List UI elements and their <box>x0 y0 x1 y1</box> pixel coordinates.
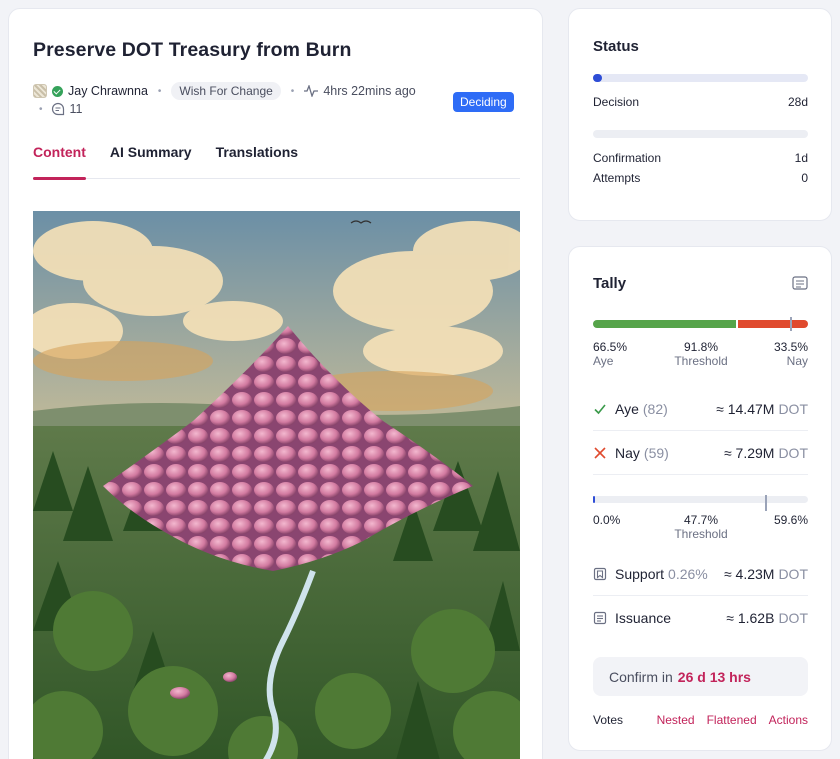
nay-row[interactable]: Nay (59) ≈ 7.29M DOT <box>593 431 808 475</box>
avatar[interactable] <box>33 84 47 98</box>
votes-nested-link[interactable]: Nested <box>657 713 695 727</box>
votes-label: Votes <box>593 713 624 727</box>
nay-unit: DOT <box>778 444 808 461</box>
separator-dot: • <box>39 103 43 115</box>
nay-count: (59) <box>643 444 669 461</box>
decision-progress-bar <box>593 74 808 82</box>
aye-pct-label: Aye <box>593 354 614 368</box>
aye-row[interactable]: Aye (82) ≈ 14.47M DOT <box>593 387 808 431</box>
aye-label: Aye <box>615 400 639 417</box>
activity-icon <box>304 85 319 97</box>
check-icon <box>594 403 606 414</box>
content-tabs: Content AI Summary Translations <box>33 144 520 180</box>
support-threshold-pct: 47.7% <box>683 513 719 527</box>
tally-card: Tally 66.5% Aye 91.8% Threshold 33.5% Na… <box>568 246 832 751</box>
issuance-unit: DOT <box>778 610 808 626</box>
proposal-image <box>33 211 520 759</box>
comment-count[interactable]: 11 <box>70 102 83 116</box>
confirmation-value: 1d <box>794 151 808 165</box>
support-unit: DOT <box>778 565 808 582</box>
approval-labels: 66.5% Aye 91.8% Threshold 33.5% Nay <box>593 340 808 370</box>
support-row: Support 0.26% ≈ 4.23M DOT <box>593 552 808 596</box>
comment-icon[interactable] <box>51 102 65 116</box>
support-label: Support <box>615 565 665 582</box>
approval-threshold-pct: 91.8% <box>683 340 719 354</box>
separator-dot: • <box>290 85 295 97</box>
track-pill[interactable]: Wish For Change <box>171 82 281 100</box>
cross-icon <box>594 446 606 459</box>
approval-threshold-label: Threshold <box>674 354 728 368</box>
support-icon <box>593 567 607 580</box>
decision-value: 28d <box>787 95 808 109</box>
proposal-meta: Jay Chrawnna • Wish For Change • 4hrs 22… <box>33 81 433 117</box>
status-card: Status Decision 28d Confirmation 1d Atte… <box>568 8 832 221</box>
aye-bar-segment <box>593 320 736 328</box>
aye-count: (82) <box>642 400 668 417</box>
mountain-of-coins-illustration <box>33 211 520 759</box>
status-badge: Deciding <box>453 92 514 112</box>
attempts-value: 0 <box>801 171 808 185</box>
confirm-prefix: Confirm in <box>609 668 673 685</box>
votes-flattened-link[interactable]: Flattened <box>707 713 757 727</box>
decision-progress-fill <box>593 74 602 82</box>
decision-label: Decision <box>593 95 640 109</box>
votes-actions-link[interactable]: Actions <box>769 713 808 727</box>
issuance-icon <box>593 611 607 625</box>
separator-dot: • <box>157 85 162 97</box>
tab-content[interactable]: Content <box>33 144 86 180</box>
support-bar-fill <box>593 496 595 503</box>
tally-title: Tally <box>593 275 627 292</box>
issuance-row: Issuance ≈ 1.62B DOT <box>593 596 808 640</box>
verified-icon <box>52 85 63 97</box>
tab-ai-summary[interactable]: AI Summary <box>110 144 192 179</box>
decision-row: Decision 28d <box>593 95 808 109</box>
time-ago: 4hrs 22mins ago <box>323 84 416 98</box>
nay-label: Nay <box>615 444 640 461</box>
issuance-amount: ≈ 1.62B <box>726 610 775 626</box>
status-title: Status <box>593 38 639 55</box>
proposal-title: Preserve DOT Treasury from Burn <box>33 39 352 61</box>
support-pct: 0.26% <box>668 565 708 582</box>
aye-amount: ≈ 14.47M <box>716 400 775 417</box>
support-threshold-marker <box>765 495 767 511</box>
confirmation-progress-bar <box>593 130 808 138</box>
author-name[interactable]: Jay Chrawnna <box>68 84 148 98</box>
support-labels: 0.0% 47.7% Threshold 59.6% <box>593 513 808 543</box>
tab-translations[interactable]: Translations <box>216 144 298 179</box>
confirmation-label: Confirmation <box>593 151 662 165</box>
support-max: 59.6% <box>773 513 808 527</box>
nay-pct-label: Nay <box>786 354 808 368</box>
aye-unit: DOT <box>778 400 808 417</box>
confirmation-row: Confirmation 1d <box>593 151 808 165</box>
nay-bar-segment <box>737 320 808 328</box>
nay-pct: 33.5% <box>773 340 808 354</box>
confirm-countdown: Confirm in 26 d 13 hrs <box>593 657 808 696</box>
confirm-time: 26 d 13 hrs <box>677 668 751 685</box>
support-threshold-label: Threshold <box>674 527 728 541</box>
attempts-label: Attempts <box>593 171 641 185</box>
support-bar <box>593 496 808 503</box>
approval-threshold-marker <box>790 317 793 331</box>
aye-pct: 66.5% <box>593 340 628 354</box>
issuance-label: Issuance <box>615 610 672 626</box>
approval-bar <box>593 320 808 328</box>
nay-amount: ≈ 7.29M <box>723 444 775 461</box>
proposal-card: Preserve DOT Treasury from Burn Jay Chra… <box>8 8 543 759</box>
chart-toggle-icon[interactable] <box>792 276 808 290</box>
attempts-row: Attempts 0 <box>593 171 808 185</box>
support-amount: ≈ 4.23M <box>723 565 775 582</box>
votes-links: Votes Nested Flattened Actions <box>593 713 808 727</box>
support-min: 0.0% <box>593 513 621 527</box>
